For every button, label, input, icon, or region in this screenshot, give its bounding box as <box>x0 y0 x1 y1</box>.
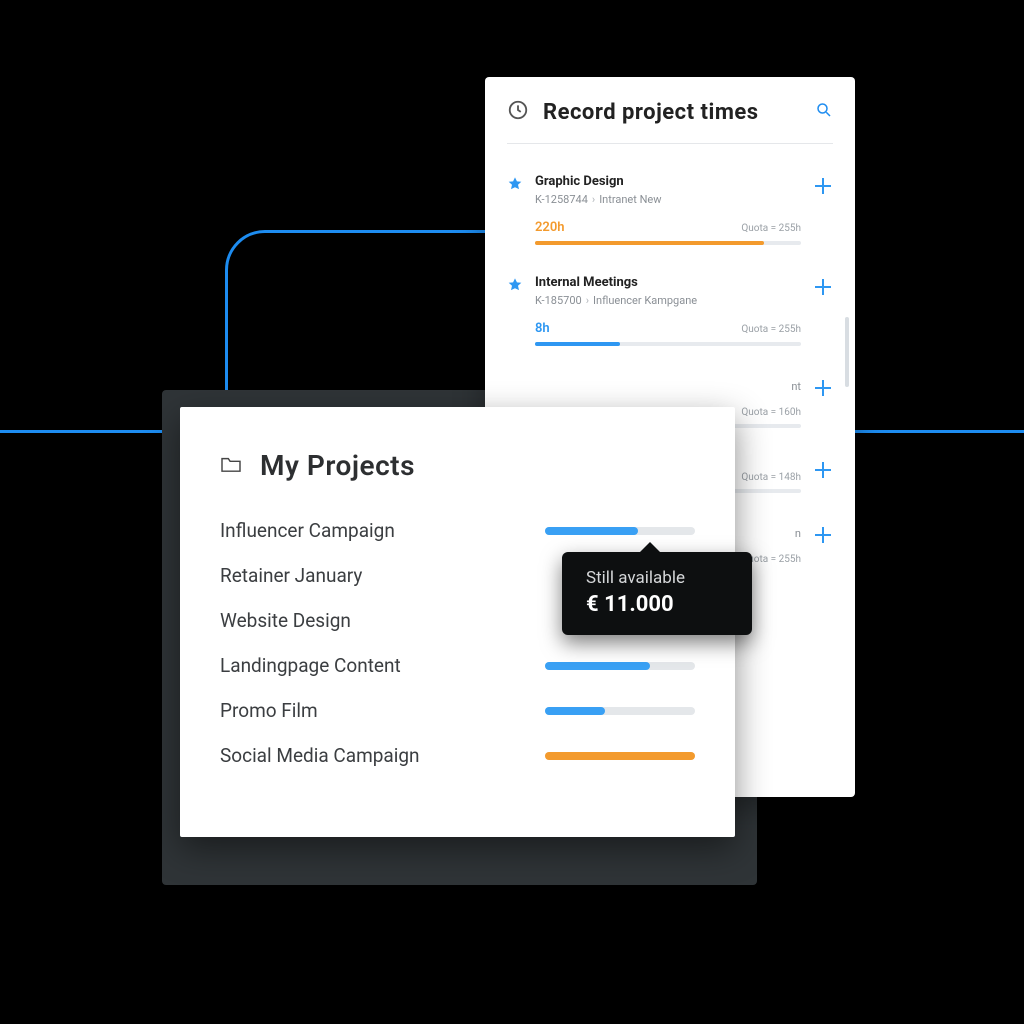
project-label: Promo Film <box>220 699 318 722</box>
project-progress-bar <box>545 752 695 760</box>
record-hours: 8h <box>535 321 550 336</box>
plus-icon[interactable] <box>813 277 833 297</box>
record-progress-bar <box>535 342 801 346</box>
record-quota: Quota = 255h <box>741 324 801 335</box>
project-row[interactable]: Influencer Campaign <box>220 508 695 553</box>
record-item-sub: nt <box>535 380 801 393</box>
projects-header: My Projects <box>220 449 695 482</box>
record-item-sub: K-1258744›Intranet New <box>535 193 801 206</box>
plus-icon[interactable] <box>813 176 833 196</box>
star-icon[interactable] <box>507 177 523 196</box>
record-progress-bar <box>535 241 801 245</box>
plus-icon[interactable] <box>813 525 833 545</box>
projects-title: My Projects <box>260 449 415 482</box>
project-progress-bar <box>545 707 695 715</box>
project-row[interactable]: Promo Film <box>220 688 695 733</box>
project-label: Influencer Campaign <box>220 519 395 542</box>
record-header: Record project times <box>507 99 833 144</box>
project-row[interactable]: Landingpage Content <box>220 643 695 688</box>
record-item[interactable]: Graphic Design K-1258744›Intranet New 22… <box>507 162 833 263</box>
tooltip-label: Still available <box>586 568 728 588</box>
scrollbar[interactable] <box>845 317 849 387</box>
record-item-sub: K-185700›Influencer Kampgane <box>535 294 801 307</box>
plus-icon[interactable] <box>813 378 833 398</box>
record-title: Record project times <box>543 100 801 125</box>
project-label: Retainer January <box>220 564 362 587</box>
plus-icon[interactable] <box>813 460 833 480</box>
tooltip-still-available: Still available € 11.000 <box>562 552 752 635</box>
project-label: Landingpage Content <box>220 654 401 677</box>
record-item[interactable]: Internal Meetings K-185700›Influencer Ka… <box>507 263 833 364</box>
search-icon[interactable] <box>815 101 833 123</box>
record-hours: 220h <box>535 220 565 235</box>
tooltip-value: € 11.000 <box>586 592 728 617</box>
record-item-name: Graphic Design <box>535 174 801 189</box>
project-progress-bar <box>545 527 695 535</box>
record-quota: Quota = 255h <box>741 223 801 234</box>
folder-icon <box>220 455 242 477</box>
star-icon[interactable] <box>507 278 523 297</box>
record-quota: Quota = 148h <box>741 472 801 483</box>
project-label: Social Media Campaign <box>220 744 420 767</box>
project-row[interactable]: Social Media Campaign <box>220 733 695 778</box>
record-item-name: Internal Meetings <box>535 275 801 290</box>
project-progress-bar <box>545 662 695 670</box>
clock-icon <box>507 99 529 125</box>
record-quota: Quota = 160h <box>741 407 801 418</box>
project-label: Website Design <box>220 609 351 632</box>
